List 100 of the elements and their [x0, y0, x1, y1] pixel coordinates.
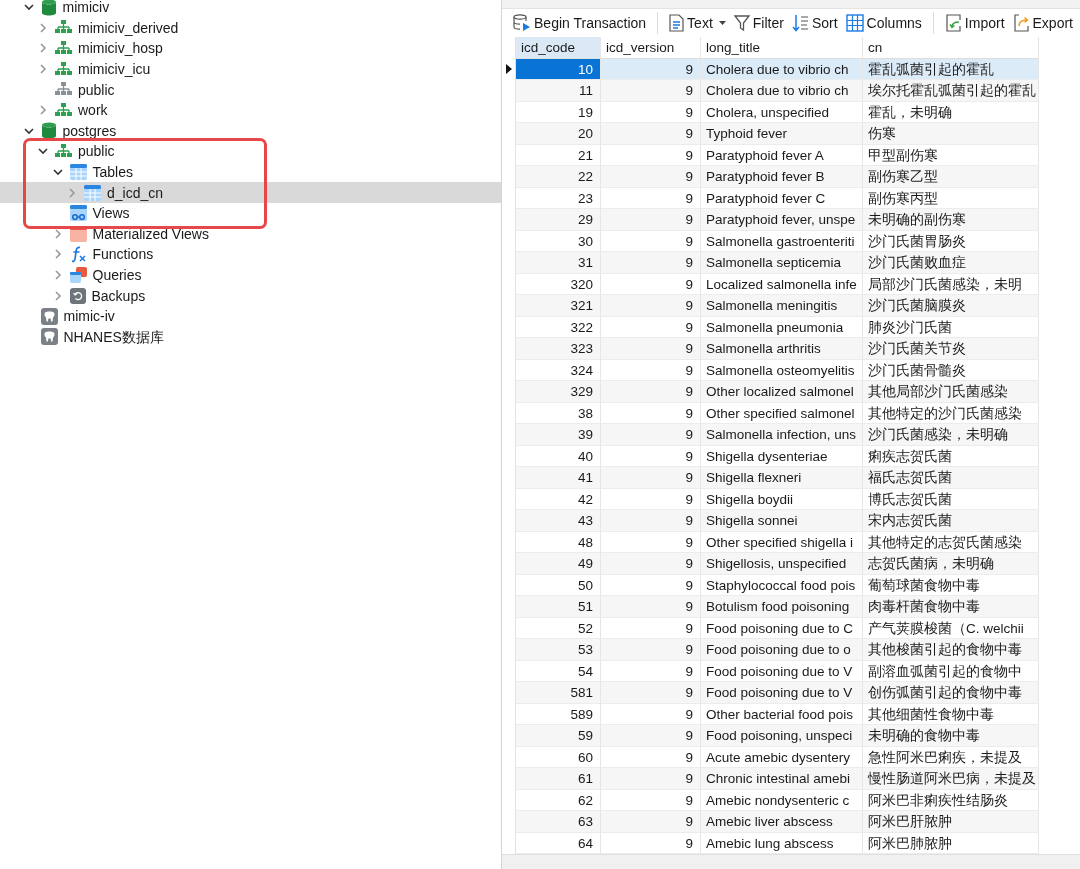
schema-icon: [55, 82, 72, 98]
current-row-icon: [505, 64, 512, 75]
table-cell: 9: [601, 639, 701, 661]
tree-item[interactable]: Materialized Views: [0, 223, 501, 245]
tree-item[interactable]: public: [0, 141, 501, 162]
table-cell: Shigellosis, unspecified: [701, 553, 863, 575]
table-cell: 9: [601, 811, 701, 833]
table-cell: 9: [601, 166, 701, 188]
table-cell: 329: [516, 381, 601, 403]
column-header[interactable]: icd_version: [601, 37, 701, 59]
chevron-icon[interactable]: [23, 125, 34, 136]
table-cell: 49: [516, 553, 601, 575]
table-cell: 霍乱弧菌引起的霍乱: [863, 58, 1039, 80]
tree-item[interactable]: mimiciv_derived: [0, 17, 501, 39]
tree-item[interactable]: mimiciv: [0, 0, 501, 18]
table-cell: Chronic intestinal amebi: [701, 768, 863, 790]
tree-item[interactable]: postgres: [0, 120, 501, 142]
import-icon: [944, 14, 962, 32]
table-cell: 9: [601, 338, 701, 360]
table-cell: 志贺氏菌病，未明确: [863, 553, 1039, 575]
tree-item[interactable]: work: [0, 99, 501, 121]
view-icon: [69, 205, 87, 222]
table-cell: 沙门氏菌关节炎: [863, 338, 1039, 360]
table-cell: 53: [516, 639, 601, 661]
toolbar-button[interactable]: Columns: [842, 12, 925, 34]
filter-icon: [733, 14, 750, 32]
schema-icon: [55, 143, 72, 159]
table-cell: 9: [601, 123, 701, 145]
table-cell: 未明确的副伤寒: [863, 209, 1039, 231]
table-cell: 59: [516, 725, 601, 747]
table-cell: Salmonella arthritis: [701, 338, 863, 360]
table-cell: 323: [516, 338, 601, 360]
table-cell: 31: [516, 252, 601, 274]
table-cell: 宋内志贺氏菌: [863, 510, 1039, 532]
tree-item[interactable]: Views: [0, 202, 501, 224]
column-header[interactable]: long_title: [701, 37, 863, 59]
toolbar-button[interactable]: Import: [941, 12, 1008, 34]
table-cell: 20: [516, 123, 601, 145]
column-header[interactable]: cn: [863, 37, 1039, 59]
tree-item[interactable]: mimic-iv: [0, 305, 501, 327]
schema-icon: [55, 41, 72, 56]
table-cell: 9: [601, 510, 701, 532]
schema-icon: [55, 102, 72, 118]
chevron-icon[interactable]: [23, 2, 34, 13]
export-icon: [1012, 14, 1030, 32]
table-cell: 10: [516, 58, 601, 80]
table-cell: 9: [601, 768, 701, 790]
table-cell: Cholera due to vibrio ch: [701, 80, 863, 102]
tree-item[interactable]: public: [0, 79, 501, 100]
table-cell: Other localized salmonel: [701, 381, 863, 403]
column-header[interactable]: icd_code: [516, 37, 601, 59]
tree-item[interactable]: Functions: [0, 244, 501, 265]
schema-icon: [55, 20, 72, 36]
table-cell: 沙门氏菌脑膜炎: [863, 295, 1039, 317]
table-cell: Food poisoning, unspeci: [701, 725, 863, 747]
toolbar-button[interactable]: Sort: [788, 12, 841, 34]
toolbar-button[interactable]: Begin Transaction: [510, 12, 650, 34]
table-cell: 9: [601, 553, 701, 575]
tree-item[interactable]: Backups: [0, 285, 501, 306]
tree-item[interactable]: d_icd_cn: [0, 182, 501, 203]
table-cell: Salmonella infection, uns: [701, 424, 863, 446]
table-cell: 9: [601, 295, 701, 317]
table-icon: [84, 184, 101, 201]
toolbar-button[interactable]: Export: [1009, 12, 1076, 34]
table-cell: 9: [601, 381, 701, 403]
table-cell: 11: [516, 80, 601, 102]
table-cell: 43: [516, 510, 601, 532]
table-cell: 29: [516, 209, 601, 231]
table-cell: 阿米巴肝脓肿: [863, 811, 1039, 833]
table-cell: 39: [516, 424, 601, 446]
table-cell: 副伤寒乙型: [863, 166, 1039, 188]
tree-item[interactable]: Tables: [0, 161, 501, 183]
sort-icon: [791, 14, 809, 32]
tree-item[interactable]: mimiciv_hosp: [0, 38, 501, 59]
table-cell: Typhoid fever: [701, 123, 863, 145]
table-icon: [69, 164, 87, 181]
tree-item[interactable]: NHANES数据库: [0, 326, 501, 348]
schema-icon: [55, 61, 72, 77]
table-cell: Paratyphoid fever B: [701, 166, 863, 188]
tree-item[interactable]: mimiciv_icu: [0, 58, 501, 80]
toolbar-button[interactable]: Filter: [730, 12, 787, 34]
toolbar-button[interactable]: Text: [666, 12, 729, 34]
tree-item[interactable]: Queries: [0, 264, 501, 286]
database-icon: [513, 14, 531, 32]
table-cell: 9: [601, 725, 701, 747]
table-cell: Salmonella meningitis: [701, 295, 863, 317]
table-cell: 41: [516, 467, 601, 489]
database-icon: [40, 122, 57, 140]
table-cell: Botulism food poisoning: [701, 596, 863, 618]
chevron-icon[interactable]: [38, 146, 48, 157]
table-cell: 9: [601, 252, 701, 274]
table-cell: 肉毒杆菌食物中毒: [863, 596, 1039, 618]
chevron-icon[interactable]: [52, 167, 63, 178]
table-cell: Food poisoning due to o: [701, 639, 863, 661]
table-cell: 沙门氏菌感染，未明确: [863, 424, 1039, 446]
columns-icon: [845, 14, 864, 32]
table-cell: Salmonella septicemia: [701, 252, 863, 274]
table-cell: Cholera due to vibrio ch: [701, 58, 863, 80]
table-cell: 伤寒: [863, 123, 1039, 145]
table-cell: Shigella flexneri: [701, 467, 863, 489]
